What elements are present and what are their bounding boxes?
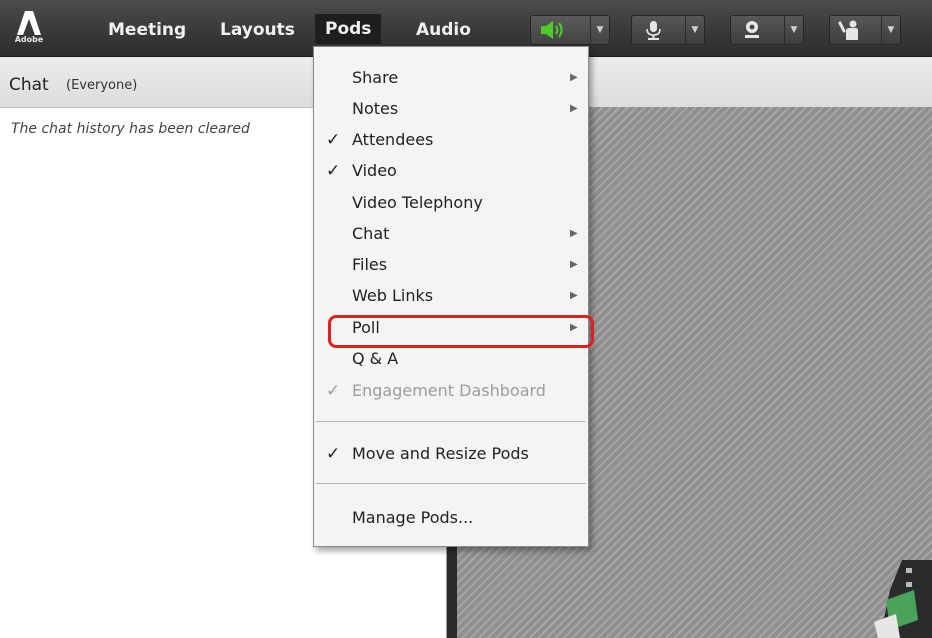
raise-hand-icon bbox=[838, 20, 858, 40]
menu-item-q-and-a[interactable]: Q & A bbox=[314, 344, 588, 374]
checkmark-icon: ✓ bbox=[326, 161, 341, 181]
chat-history-message: The chat history has been cleared bbox=[11, 121, 250, 137]
speaker-icon bbox=[541, 21, 563, 39]
menu-item-share-label: Share bbox=[352, 68, 399, 87]
menu-meeting[interactable]: Meeting bbox=[108, 18, 186, 42]
adobe-logo: Adobe bbox=[14, 6, 44, 48]
menu-item-q-and-a-label: Q & A bbox=[352, 349, 399, 368]
microphone-dropdown-arrow[interactable]: ▼ bbox=[685, 16, 704, 44]
menu-item-files[interactable]: Files ▶ bbox=[314, 250, 588, 280]
menu-audio[interactable]: Audio bbox=[416, 18, 471, 42]
filmstrip-graphic-icon bbox=[874, 560, 932, 638]
menu-item-engagement-dashboard-label: Engagement Dashboard bbox=[352, 381, 546, 400]
menu-item-share[interactable]: Share ▶ bbox=[314, 63, 588, 93]
menu-item-chat-label: Chat bbox=[352, 224, 390, 243]
chat-title: Chat bbox=[9, 75, 49, 95]
menu-layouts[interactable]: Layouts bbox=[220, 18, 295, 42]
menu-item-engagement-dashboard: ✓ Engagement Dashboard bbox=[314, 376, 588, 406]
submenu-arrow-icon: ▶ bbox=[570, 290, 578, 301]
menu-item-notes-label: Notes bbox=[352, 99, 399, 118]
menu-item-video-telephony-label: Video Telephony bbox=[352, 193, 483, 212]
menu-item-web-links-label: Web Links bbox=[352, 286, 434, 305]
menu-item-manage-pods[interactable]: Manage Pods... bbox=[314, 503, 588, 533]
speaker-button[interactable]: ▼ bbox=[530, 15, 610, 45]
menu-item-files-label: Files bbox=[352, 255, 388, 274]
raise-hand-dropdown-arrow[interactable]: ▼ bbox=[881, 16, 900, 44]
speaker-dropdown-arrow[interactable]: ▼ bbox=[590, 16, 609, 44]
menu-item-move-resize-pods[interactable]: ✓ Move and Resize Pods bbox=[314, 439, 588, 469]
pods-dropdown-menu: Share ▶ Notes ▶ ✓ Attendees ✓ Video Vide… bbox=[313, 46, 589, 547]
menu-item-move-resize-pods-label: Move and Resize Pods bbox=[352, 444, 529, 463]
menu-item-attendees[interactable]: ✓ Attendees bbox=[314, 125, 588, 155]
adobe-logo-text: Adobe bbox=[14, 35, 44, 44]
menu-separator bbox=[316, 421, 586, 422]
raise-hand-button[interactable]: ▼ bbox=[829, 15, 901, 45]
chat-scope[interactable]: (Everyone) bbox=[66, 78, 137, 93]
menu-separator bbox=[316, 483, 586, 484]
webcam-icon bbox=[745, 21, 759, 38]
submenu-arrow-icon: ▶ bbox=[570, 259, 578, 270]
submenu-arrow-icon: ▶ bbox=[570, 228, 578, 239]
microphone-button[interactable]: ▼ bbox=[631, 15, 705, 45]
webcam-button[interactable]: ▼ bbox=[730, 15, 804, 45]
submenu-arrow-icon: ▶ bbox=[570, 72, 578, 83]
menu-item-video-label: Video bbox=[352, 161, 397, 180]
menu-item-web-links[interactable]: Web Links ▶ bbox=[314, 281, 588, 311]
menu-item-notes[interactable]: Notes ▶ bbox=[314, 94, 588, 124]
adobe-logo-icon bbox=[17, 11, 41, 35]
microphone-icon bbox=[646, 21, 661, 40]
menu-item-attendees-label: Attendees bbox=[352, 130, 434, 149]
checkmark-icon: ✓ bbox=[326, 381, 341, 401]
menu-item-video[interactable]: ✓ Video bbox=[314, 156, 588, 186]
menu-item-manage-pods-label: Manage Pods... bbox=[352, 508, 474, 527]
poll-highlight-annotation bbox=[328, 315, 594, 348]
menu-pods[interactable]: Pods bbox=[315, 14, 382, 44]
submenu-arrow-icon: ▶ bbox=[570, 103, 578, 114]
checkmark-icon: ✓ bbox=[326, 130, 341, 150]
webcam-dropdown-arrow[interactable]: ▼ bbox=[784, 16, 803, 44]
checkmark-icon: ✓ bbox=[326, 444, 341, 464]
menu-item-chat[interactable]: Chat ▶ bbox=[314, 219, 588, 249]
menu-item-video-telephony[interactable]: Video Telephony bbox=[314, 188, 588, 218]
